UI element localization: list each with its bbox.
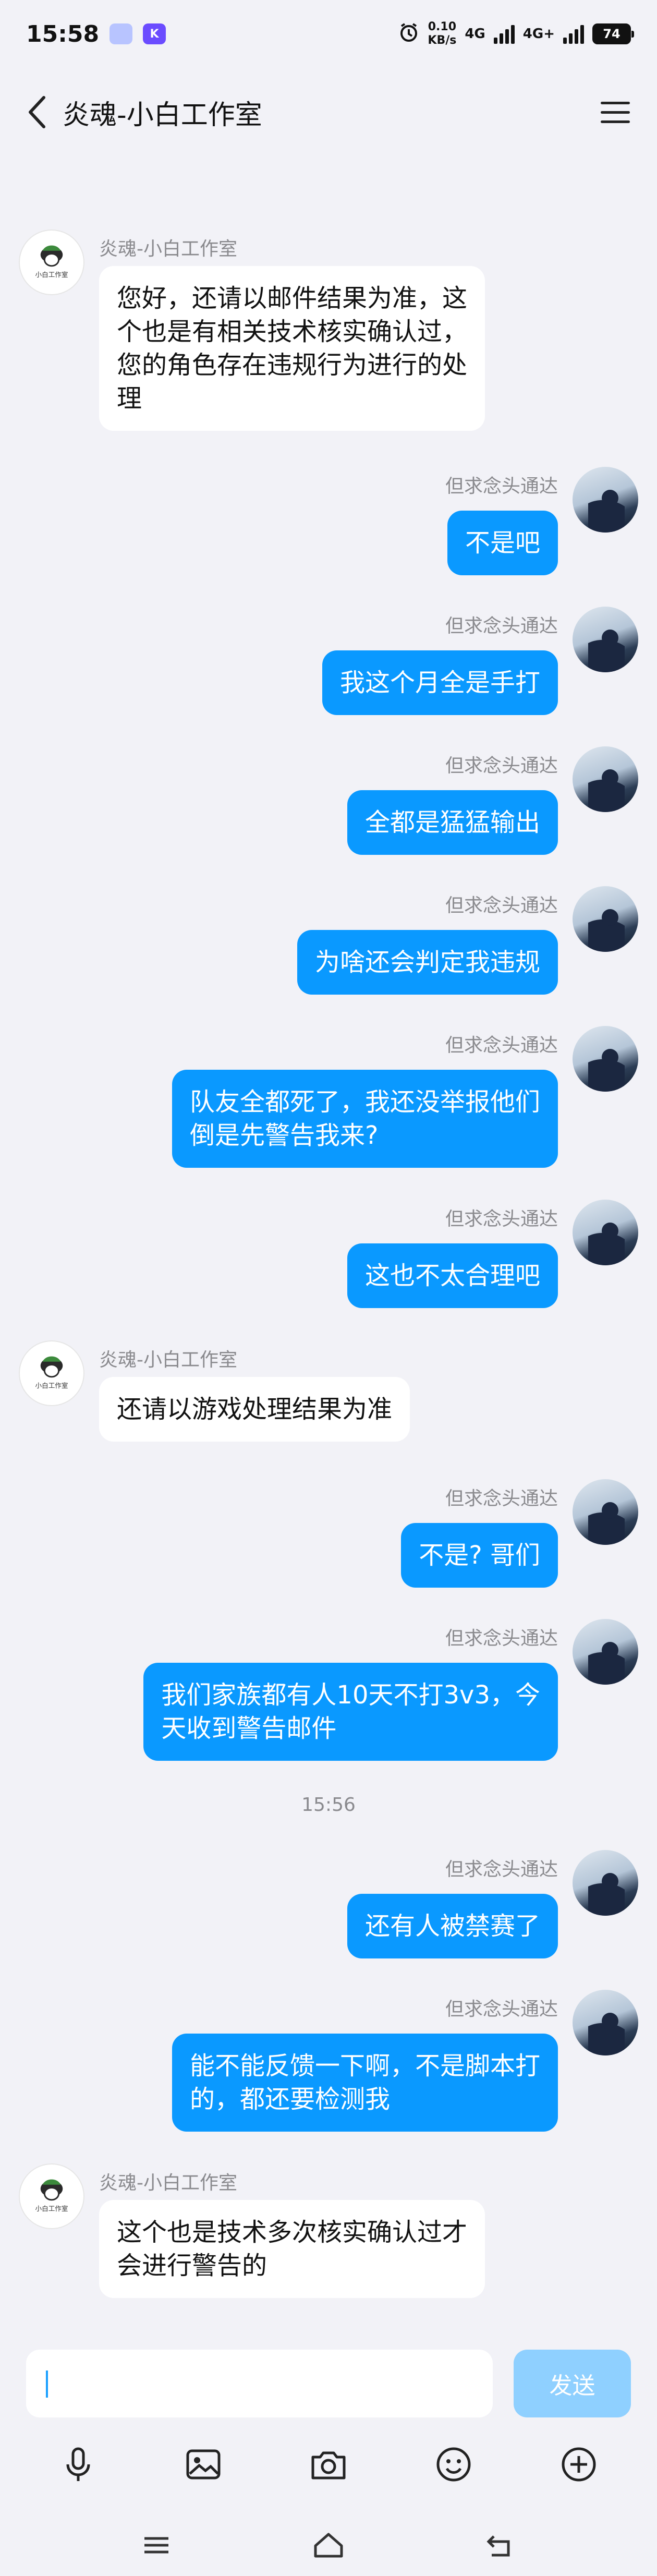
message-bubble[interactable]: 还请以游戏处理结果为准 <box>99 1377 410 1442</box>
avatar[interactable] <box>573 1026 638 1092</box>
sender-name: 但求念头通达 <box>445 1208 558 1230</box>
send-button[interactable]: 发送 <box>514 2350 631 2417</box>
signal-icon <box>493 24 515 44</box>
avatar[interactable] <box>573 1479 638 1545</box>
chat-title: 炎魂-小白工作室 <box>63 99 262 131</box>
sender-name: 但求念头通达 <box>445 1999 558 2020</box>
avatar[interactable]: 小白工作室 <box>19 1340 84 1406</box>
system-navigation <box>0 2514 657 2576</box>
message-bubble[interactable]: 还有人被禁赛了 <box>347 1894 558 1958</box>
sender-name: 但求念头通达 <box>445 476 558 497</box>
back-nav-icon[interactable] <box>480 2524 521 2566</box>
composer-toolbar <box>0 2436 657 2493</box>
sender-name: 炎魂-小白工作室 <box>99 238 237 260</box>
avatar[interactable] <box>573 1200 638 1265</box>
sender-name: 炎魂-小白工作室 <box>99 2172 237 2194</box>
back-button[interactable] <box>21 91 52 133</box>
avatar[interactable] <box>573 467 638 533</box>
plus-icon[interactable] <box>555 2441 602 2488</box>
home-icon[interactable] <box>308 2524 349 2566</box>
svg-text:小白工作室: 小白工作室 <box>35 271 68 279</box>
avatar[interactable] <box>573 746 638 812</box>
message-bubble[interactable]: 全都是猛猛输出 <box>347 790 558 855</box>
image-icon[interactable] <box>180 2441 227 2488</box>
sender-name: 但求念头通达 <box>445 1035 558 1056</box>
network-type-1: 4G <box>465 26 485 42</box>
camera-icon[interactable] <box>305 2441 352 2488</box>
message-bubble[interactable]: 您好，还请以邮件结果为准，这 个也是有相关技术核实确认过， 您的角色存在违规行为… <box>99 266 485 431</box>
message-bubble[interactable]: 不是? 哥们 <box>401 1523 558 1588</box>
sender-name: 但求念头通达 <box>445 615 558 637</box>
avatar[interactable]: 小白工作室 <box>19 229 84 295</box>
chat-header: 炎魂-小白工作室 <box>0 78 657 146</box>
sender-name: 但求念头通达 <box>445 895 558 916</box>
message-bubble[interactable]: 为啥还会判定我违规 <box>297 930 558 995</box>
microphone-icon[interactable] <box>55 2441 102 2488</box>
message-bubble[interactable]: 这个也是技术多次核实确认过才 会进行警告的 <box>99 2200 485 2298</box>
network-type-2: 4G+ <box>522 26 555 42</box>
message-bubble[interactable]: 我们家族都有人10天不打3v3，今 天收到警告邮件 <box>143 1663 558 1761</box>
sender-name: 但求念头通达 <box>445 755 558 777</box>
chevron-left-icon <box>29 96 45 128</box>
status-time: 15:58 <box>26 20 100 47</box>
sender-name: 但求念头通达 <box>445 1488 558 1509</box>
message-bubble[interactable]: 能不能反馈一下啊，不是脚本打 的，都还要检测我 <box>172 2034 558 2132</box>
recents-menu-icon[interactable] <box>136 2524 177 2566</box>
message-bubble[interactable]: 不是吧 <box>447 511 558 575</box>
avatar[interactable] <box>573 607 638 672</box>
avatar[interactable] <box>573 1990 638 2055</box>
network-speed: 0.10 KB/s <box>428 20 457 47</box>
status-bar: 15:58 K 0.10 KB/s 4G 4G+ 74 <box>0 0 657 68</box>
sender-name: 炎魂-小白工作室 <box>99 1349 237 1371</box>
battery-icon: 74 <box>592 23 634 44</box>
text-caret <box>46 2371 48 2398</box>
message-input[interactable] <box>26 2350 493 2417</box>
avatar[interactable] <box>573 1850 638 1916</box>
menu-button[interactable] <box>594 91 636 133</box>
emoji-icon[interactable] <box>430 2441 477 2488</box>
avatar[interactable] <box>573 1619 638 1685</box>
sender-name: 但求念头通达 <box>445 1628 558 1649</box>
composer: 发送 <box>0 2326 657 2576</box>
svg-text:小白工作室: 小白工作室 <box>35 2205 68 2212</box>
signal-icon-2 <box>563 24 584 44</box>
sender-name: 但求念头通达 <box>445 1859 558 1880</box>
app-notification-icon <box>110 23 133 44</box>
alarm-icon <box>398 22 419 46</box>
svg-text:小白工作室: 小白工作室 <box>35 1382 68 1389</box>
message-bubble[interactable]: 队友全都死了，我还没举报他们 倒是先警告我来? <box>172 1070 558 1168</box>
message-bubble[interactable]: 我这个月全是手打 <box>322 650 558 715</box>
time-separator: 15:56 <box>301 1794 356 1816</box>
app-notification-k-icon: K <box>143 23 166 44</box>
message-bubble[interactable]: 这也不太合理吧 <box>347 1243 558 1308</box>
avatar[interactable]: 小白工作室 <box>19 2163 84 2229</box>
avatar[interactable] <box>573 886 638 952</box>
